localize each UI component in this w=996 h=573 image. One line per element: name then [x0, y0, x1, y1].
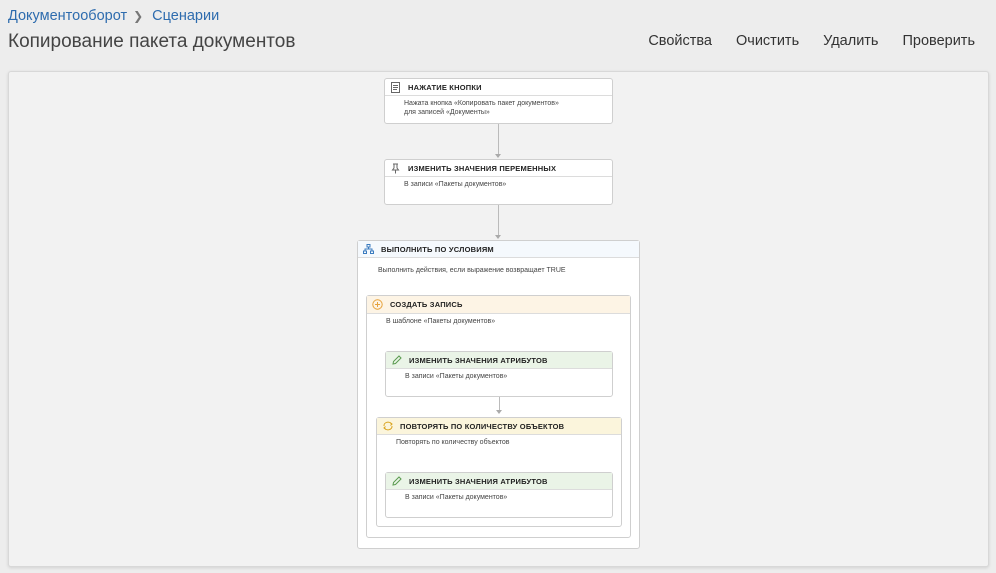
breadcrumb-root-link[interactable]: Документооборот — [8, 8, 127, 24]
chevron-right-icon: ❯ — [133, 9, 144, 23]
plus-circle-icon — [371, 298, 384, 311]
document-icon — [389, 81, 402, 94]
pin-icon — [389, 162, 402, 175]
set-variables-block[interactable]: ИЗМЕНИТЬ ЗНАЧЕНИЯ ПЕРЕМЕННЫХ В записи «П… — [384, 159, 613, 205]
hierarchy-icon — [362, 243, 375, 256]
arrow-down-icon — [496, 410, 502, 414]
condition-header: ВЫПОЛНИТЬ ПО УСЛОВИЯМ — [358, 241, 639, 258]
scenario-canvas[interactable]: НАЖАТИЕ КНОПКИ Нажата кнопка «Копировать… — [8, 71, 989, 567]
repeat-header: ПОВТОРЯТЬ ПО КОЛИЧЕСТВУ ОБЪЕКТОВ — [377, 418, 621, 435]
change-attributes-title: ИЗМЕНИТЬ ЗНАЧЕНИЯ АТРИБУТОВ — [409, 476, 548, 486]
pencil-icon — [390, 354, 403, 367]
arrow-down-icon — [495, 154, 501, 158]
trigger-desc-line: для записей «Документы» — [404, 109, 490, 116]
set-variables-title: ИЗМЕНИТЬ ЗНАЧЕНИЯ ПЕРЕМЕННЫХ — [408, 163, 557, 173]
change-attributes-description: В записи «Пакеты документов» — [405, 373, 508, 380]
condition-description: Выполнить действия, если выражение возвр… — [378, 267, 566, 274]
condition-title: ВЫПОЛНИТЬ ПО УСЛОВИЯМ — [381, 244, 494, 254]
condition-block[interactable]: ВЫПОЛНИТЬ ПО УСЛОВИЯМ Выполнить действия… — [357, 240, 640, 549]
repeat-title: ПОВТОРЯТЬ ПО КОЛИЧЕСТВУ ОБЪЕКТОВ — [400, 421, 565, 431]
connector-line — [498, 205, 499, 237]
change-attributes-header: ИЗМЕНИТЬ ЗНАЧЕНИЯ АТРИБУТОВ — [386, 473, 612, 490]
set-variables-description: В записи «Пакеты документов» — [404, 181, 507, 188]
change-attributes-title: ИЗМЕНИТЬ ЗНАЧЕНИЯ АТРИБУТОВ — [409, 355, 548, 365]
trigger-description: Нажата кнопка «Копировать пакет документ… — [385, 96, 612, 117]
repeat-description: Повторять по количеству объектов — [396, 439, 510, 446]
check-button[interactable]: Проверить — [902, 33, 975, 49]
properties-button[interactable]: Свойства — [648, 33, 712, 49]
clear-button[interactable]: Очистить — [736, 33, 799, 49]
breadcrumb: Документооборот ❯ Сценарии — [8, 8, 219, 24]
connector-line — [498, 124, 499, 156]
change-attributes-block[interactable]: ИЗМЕНИТЬ ЗНАЧЕНИЯ АТРИБУТОВ В записи «Па… — [385, 351, 613, 397]
change-attributes-description: В записи «Пакеты документов» — [405, 494, 508, 501]
toolbar: Свойства Очистить Удалить Проверить — [648, 33, 975, 49]
create-record-title: СОЗДАТЬ ЗАПИСЬ — [390, 300, 463, 309]
delete-button[interactable]: Удалить — [823, 33, 878, 49]
create-record-description: В шаблоне «Пакеты документов» — [386, 318, 496, 325]
repeat-block[interactable]: ПОВТОРЯТЬ ПО КОЛИЧЕСТВУ ОБЪЕКТОВ Повторя… — [376, 417, 622, 527]
trigger-block-header: НАЖАТИЕ КНОПКИ — [385, 79, 612, 96]
trigger-desc-line: Нажата кнопка «Копировать пакет документ… — [404, 100, 559, 107]
trigger-block[interactable]: НАЖАТИЕ КНОПКИ Нажата кнопка «Копировать… — [384, 78, 613, 124]
change-attributes-header: ИЗМЕНИТЬ ЗНАЧЕНИЯ АТРИБУТОВ — [386, 352, 612, 369]
set-variables-header: ИЗМЕНИТЬ ЗНАЧЕНИЯ ПЕРЕМЕННЫХ — [385, 160, 612, 177]
repeat-icon — [381, 420, 394, 433]
create-record-block[interactable]: СОЗДАТЬ ЗАПИСЬ В шаблоне «Пакеты докумен… — [366, 295, 631, 538]
page-title: Копирование пакета документов — [8, 31, 296, 52]
breadcrumb-current-link[interactable]: Сценарии — [152, 8, 219, 24]
arrow-down-icon — [495, 235, 501, 239]
change-attributes-block[interactable]: ИЗМЕНИТЬ ЗНАЧЕНИЯ АТРИБУТОВ В записи «Па… — [385, 472, 613, 518]
create-record-header: СОЗДАТЬ ЗАПИСЬ — [367, 296, 630, 314]
pencil-icon — [390, 475, 403, 488]
trigger-title: НАЖАТИЕ КНОПКИ — [408, 82, 482, 92]
